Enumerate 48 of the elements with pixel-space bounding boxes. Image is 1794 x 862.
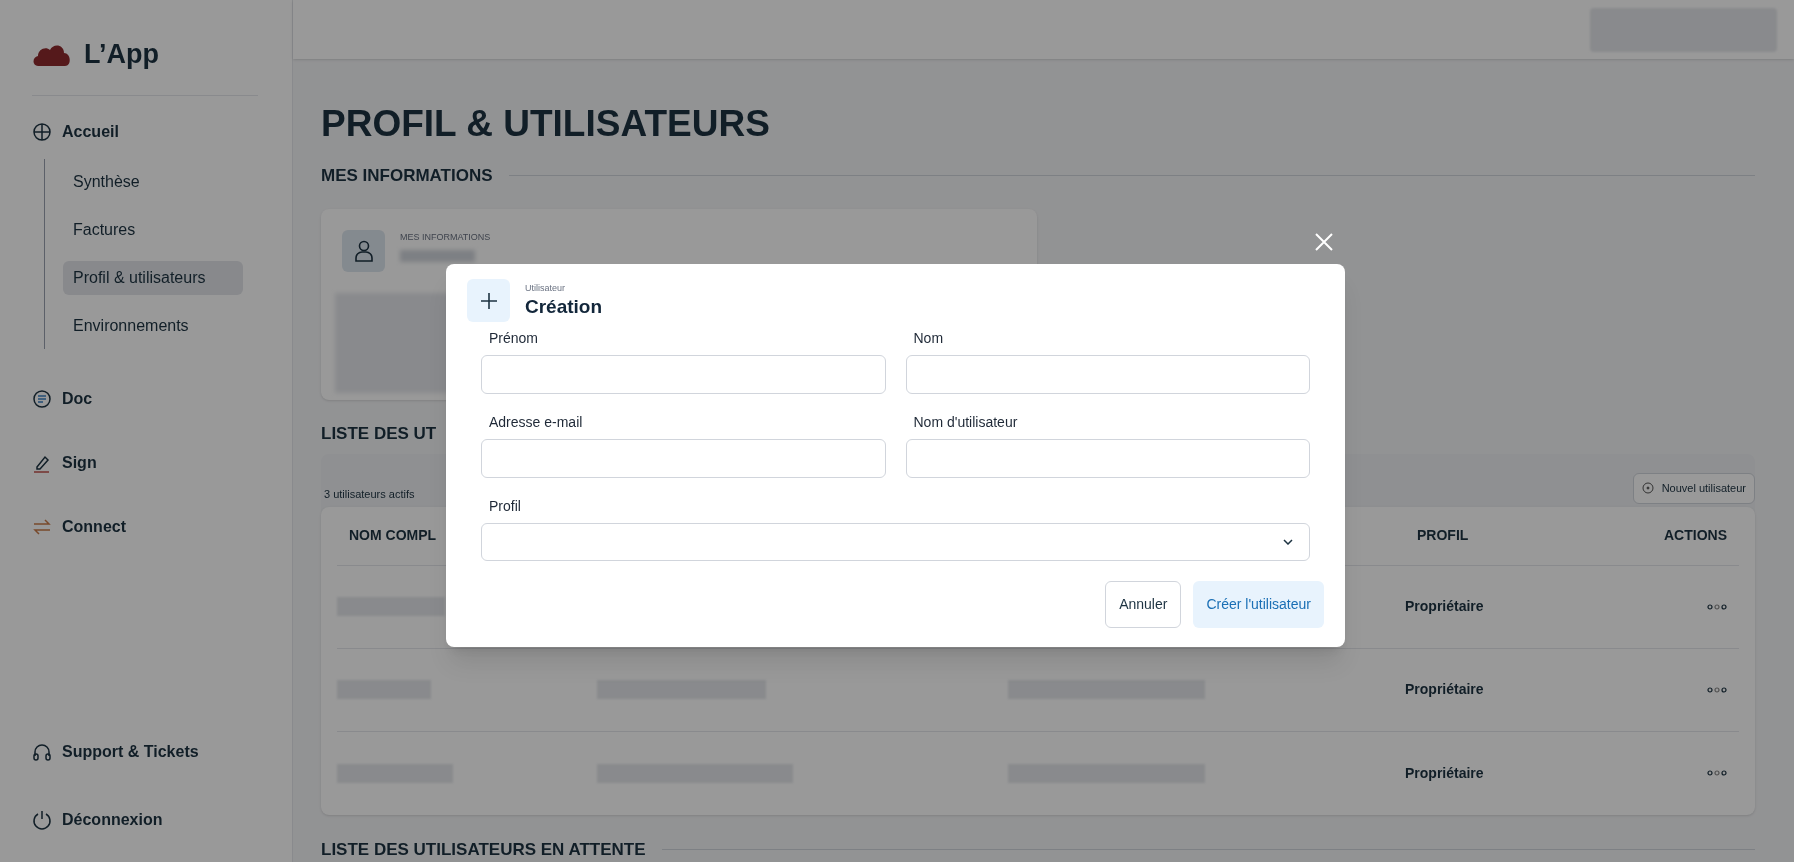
field-label: Nom d'utilisateur xyxy=(912,413,1019,432)
input-field[interactable] xyxy=(905,439,1310,478)
field-label: Prénom xyxy=(488,329,540,348)
field-label: Adresse e-mail xyxy=(488,413,584,432)
input-field[interactable] xyxy=(905,355,1310,394)
nav-item[interactable]: Support & Tickets xyxy=(32,738,260,766)
globe-icon xyxy=(32,121,52,142)
more-icon[interactable] xyxy=(1707,603,1727,610)
app-name: L’App xyxy=(84,38,159,71)
power-icon xyxy=(32,810,52,830)
nav-item[interactable]: Doc xyxy=(32,384,260,413)
nav-item[interactable]: Sign xyxy=(32,448,260,477)
section-heading: MES INFORMATIONS xyxy=(321,165,493,187)
new-user-button[interactable]: Nouvel utilisateur xyxy=(1632,472,1755,504)
page-title: PROFIL & UTILISATEURS xyxy=(321,103,771,145)
plus-icon xyxy=(467,279,510,322)
document-icon xyxy=(32,388,52,409)
chevron-down-icon xyxy=(1283,539,1293,545)
nav-subitem[interactable]: Profil & utilisateurs xyxy=(63,260,243,295)
nav-item[interactable]: Accueil xyxy=(32,117,260,146)
more-icon[interactable] xyxy=(1707,770,1727,776)
input-field[interactable] xyxy=(481,439,886,478)
dialog-title: Création xyxy=(525,295,603,320)
column-header: ACTIONS xyxy=(1664,526,1727,545)
card-label: MES INFORMATIONS xyxy=(400,230,491,244)
section-heading: LISTE DES UTILISATEURS EN ATTENTE xyxy=(321,838,646,861)
table-cell-text: Propriétaire xyxy=(1405,597,1485,616)
section-heading: LISTE DES UT xyxy=(321,422,437,445)
field-label: Nom xyxy=(912,329,945,348)
input-field[interactable] xyxy=(481,355,886,394)
nav-item[interactable]: Déconnexion xyxy=(32,806,260,834)
nav-item[interactable]: Connect xyxy=(32,512,260,541)
target-icon xyxy=(1641,482,1654,494)
profile-select[interactable] xyxy=(481,523,1310,561)
table-cell-text: Propriétaire xyxy=(1405,680,1485,699)
column-header: PROFIL xyxy=(1417,526,1469,545)
more-icon[interactable] xyxy=(1707,686,1727,693)
headset-icon xyxy=(32,742,52,762)
close-icon[interactable] xyxy=(1314,232,1334,252)
dialog-subtitle: Utilisateur xyxy=(525,281,566,295)
table-cell-text: Propriétaire xyxy=(1405,763,1485,783)
create-user-button[interactable]: Créer l'utilisateur xyxy=(1193,581,1324,628)
cancel-button[interactable]: Annuler xyxy=(1105,581,1182,628)
avatar-icon xyxy=(342,229,385,272)
active-users-count: 3 utilisateurs actifs xyxy=(323,487,415,502)
column-header: NOM COMPL xyxy=(349,526,437,545)
field-label: Profil xyxy=(488,497,522,516)
arrows-icon xyxy=(32,516,52,537)
